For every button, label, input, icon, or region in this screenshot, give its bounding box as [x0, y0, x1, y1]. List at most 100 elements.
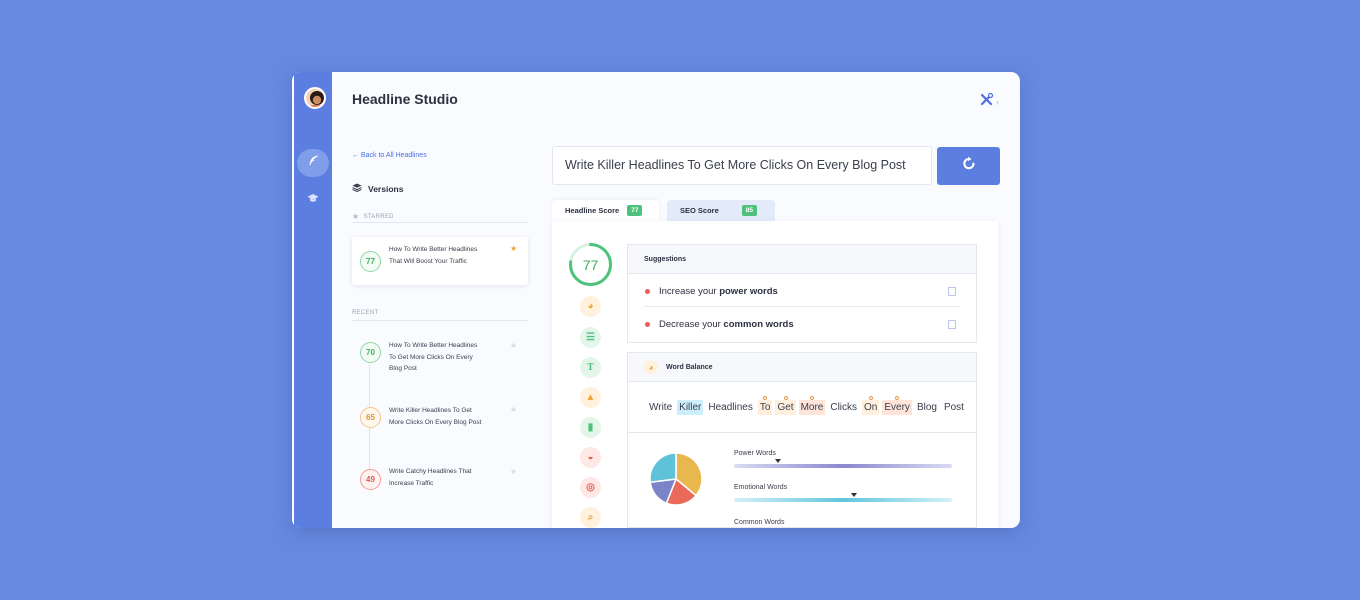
graduation-cap-icon [307, 190, 319, 208]
divider [352, 320, 528, 321]
tab-score-badge: 85 [741, 205, 758, 216]
tab-label: Headline Score [565, 206, 620, 215]
emoji-icon[interactable]: ◒ [580, 447, 601, 468]
word-token: Blog [916, 401, 937, 413]
word-token: Post [943, 401, 964, 413]
recent-label: RECENT [352, 310, 379, 316]
word-marker [809, 395, 814, 400]
app-window: Headline Studio › ← Back to All Headline… [292, 72, 1020, 528]
version-score: 70 [360, 342, 381, 363]
version-headline-line: How To Write Better Headlines [389, 342, 478, 349]
feather-icon [307, 154, 320, 172]
alert-dot [645, 322, 650, 327]
pie-icon: ◕ [644, 360, 658, 374]
tab-headline-score[interactable]: Headline Score 77 [552, 200, 659, 221]
word-marker [783, 395, 788, 400]
suggestion-emphasis: power words [719, 286, 778, 297]
rail-item-write[interactable] [297, 149, 329, 177]
overall-score-ring: 77 [569, 243, 612, 286]
tab-seo-score[interactable]: SEO Score 85 [667, 200, 775, 221]
tools-menu[interactable]: › [980, 92, 999, 111]
star-icon[interactable]: ★ [510, 405, 517, 414]
starred-section-label: ★ STARRED [352, 212, 394, 221]
headline-input[interactable]: Write Killer Headlines To Get More Click… [552, 146, 932, 185]
page-title: Headline Studio [352, 91, 458, 107]
info-icon[interactable] [948, 320, 956, 329]
emotional-words-meter [734, 498, 952, 502]
version-headline: How To Write Better Headlines To Get Mor… [389, 340, 477, 375]
star-icon: ★ [352, 212, 360, 221]
text-t-icon[interactable]: T [580, 357, 601, 378]
version-headline-line: Write Killer Headlines To Get [389, 407, 472, 414]
star-icon[interactable]: ★ [510, 244, 517, 253]
version-headline-line: More Clicks On Every Blog Post [389, 418, 482, 426]
version-card-starred[interactable]: 77 How To Write Better Headlines That Wi… [352, 237, 528, 285]
version-headline: Write Catchy Headlines That Increase Tra… [389, 466, 472, 489]
version-headline-line: That Will Boost Your Traffic [389, 257, 467, 265]
version-headline-line: Blog Post [389, 365, 417, 372]
shapes-icon[interactable]: ▲ [580, 387, 601, 408]
version-score: 65 [360, 407, 381, 428]
sidebar-rail [292, 72, 332, 528]
score-arc [569, 243, 612, 286]
word-balance-header: ◕ Word Balance [628, 353, 976, 382]
suggestions-card: Suggestions Increase your power words De… [627, 244, 977, 343]
tools-icon [980, 92, 994, 111]
tab-label: SEO Score [680, 206, 719, 215]
versions-label: Versions [368, 183, 404, 194]
layers-icon [352, 183, 362, 194]
search-icon[interactable]: ⌕ [580, 507, 601, 528]
avatar[interactable] [304, 87, 326, 109]
word-marker [895, 395, 900, 400]
word-token: Clicks [830, 401, 858, 413]
divider [352, 222, 528, 223]
suggestion-emphasis: common words [723, 319, 794, 330]
version-headline: How To Write Better Headlines That Will … [389, 244, 477, 267]
version-headline-line: To Get More Clicks On Every [389, 353, 473, 361]
target-icon[interactable]: ◎ [580, 477, 601, 498]
version-score: 77 [360, 251, 381, 272]
recent-section-label: RECENT [352, 310, 378, 316]
starred-label: STARRED [363, 213, 394, 220]
pie-icon[interactable]: ◕ [580, 296, 601, 317]
suggestion-text: Decrease your [659, 319, 724, 330]
power-words-meter [734, 464, 952, 468]
word-token: Write [649, 401, 673, 413]
version-score: 49 [360, 469, 381, 490]
back-link[interactable]: ← Back to All Headlines [352, 152, 427, 159]
word-token: Get [775, 395, 796, 415]
lines-icon[interactable]: ☰ [580, 327, 601, 348]
word-marker [868, 395, 873, 400]
suggestion-item[interactable]: Increase your power words [644, 274, 960, 307]
word-token: Headlines [708, 401, 753, 413]
word-token: On [862, 395, 880, 415]
save-icon[interactable]: ▮ [580, 417, 601, 438]
alert-dot [645, 289, 650, 294]
meter-marker [774, 459, 781, 463]
tab-score-badge: 77 [627, 205, 643, 216]
suggestions-heading: Suggestions [628, 245, 976, 274]
word-token: Every [882, 395, 912, 415]
rail-item-learn[interactable] [297, 185, 329, 213]
suggestion-text: Increase your [659, 286, 720, 297]
pie-slice-emotional [649, 452, 677, 484]
versions-heading: Versions [352, 183, 403, 194]
meter-label-common: Common Words [734, 519, 785, 526]
chevron-right-icon: › [996, 97, 999, 107]
word-highlight-row: Write Killer Headlines To Get More Clicks On Eve… [628, 382, 976, 433]
refresh-icon [961, 156, 977, 177]
star-icon[interactable]: ★ [510, 341, 517, 350]
word-balance-heading: Word Balance [666, 363, 713, 371]
suggestion-item[interactable]: Decrease your common words [644, 307, 960, 340]
word-marker [763, 395, 768, 400]
meter-label-emotional: Emotional Words [734, 484, 788, 491]
rescore-button[interactable] [937, 147, 1000, 185]
meter-label-power: Power Words [734, 450, 776, 457]
version-headline: Write Killer Headlines To Get More Click… [389, 405, 481, 428]
word-token: More [798, 395, 826, 415]
info-icon[interactable] [948, 287, 956, 296]
word-token: To [757, 395, 773, 415]
star-icon[interactable]: ★ [510, 467, 517, 476]
meter-marker [850, 493, 857, 497]
word-balance-pie [649, 452, 703, 506]
